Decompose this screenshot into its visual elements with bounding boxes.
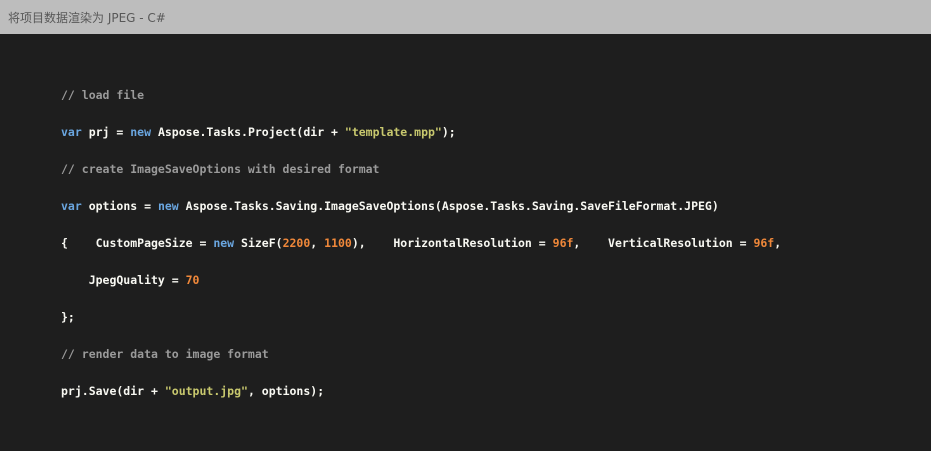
code-text: SizeF( xyxy=(234,236,283,250)
number-literal: 96f xyxy=(753,236,775,250)
keyword-var: var xyxy=(61,199,82,213)
code-line-2: var prj = new Aspose.Tasks.Project(dir +… xyxy=(61,123,931,160)
code-text: JpegQuality = xyxy=(61,273,186,287)
code-text: , options); xyxy=(247,384,325,398)
code-line-7: }; xyxy=(61,308,931,345)
code-line-3: // create ImageSaveOptions with desired … xyxy=(61,160,931,197)
comment-create-options: // create ImageSaveOptions with desired … xyxy=(61,162,380,176)
code-block[interactable]: // load file var prj = new Aspose.Tasks.… xyxy=(61,86,931,419)
code-text: }; xyxy=(61,310,75,324)
code-line-9: prj.Save(dir + "output.jpg", options); xyxy=(61,382,931,419)
window-title: 将项目数据渲染为 JPEG - C# xyxy=(8,10,166,25)
code-text: , xyxy=(310,236,325,250)
code-text: , VerticalResolution = xyxy=(573,236,754,250)
code-text: options = xyxy=(81,199,158,213)
number-literal: 1100 xyxy=(324,236,352,250)
code-line-4: var options = new Aspose.Tasks.Saving.Im… xyxy=(61,197,931,234)
code-text: prj.Save(dir + xyxy=(61,384,165,398)
window-titlebar: 将项目数据渲染为 JPEG - C# xyxy=(0,0,931,34)
code-text: ); xyxy=(441,125,456,139)
comment-load-file: // load file xyxy=(61,88,145,102)
code-line-8: // render data to image format xyxy=(61,345,931,382)
code-text: ), HorizontalResolution = xyxy=(351,236,553,250)
comment-render: // render data to image format xyxy=(61,347,269,361)
code-window: 将项目数据渲染为 JPEG - C# // load file var prj … xyxy=(0,0,931,451)
keyword-new: new xyxy=(213,236,235,250)
code-text: Aspose.Tasks.Saving.ImageSaveOptions(Asp… xyxy=(178,199,719,213)
code-text: , xyxy=(774,236,782,250)
code-text: prj = xyxy=(81,125,131,139)
number-literal: 70 xyxy=(185,273,200,287)
keyword-new: new xyxy=(130,125,152,139)
keyword-var: var xyxy=(61,125,82,139)
keyword-new: new xyxy=(157,199,179,213)
code-text: Aspose.Tasks.Project(dir + xyxy=(151,125,345,139)
code-line-1: // load file xyxy=(61,86,931,123)
code-line-6: JpegQuality = 70 xyxy=(61,271,931,308)
number-literal: 2200 xyxy=(282,236,311,250)
code-text: { CustomPageSize = xyxy=(61,236,214,250)
number-literal: 96f xyxy=(552,236,574,250)
code-line-5: { CustomPageSize = new SizeF(2200, 1100)… xyxy=(61,234,931,271)
string-literal: "template.mpp" xyxy=(344,125,442,139)
string-literal: "output.jpg" xyxy=(164,384,248,398)
